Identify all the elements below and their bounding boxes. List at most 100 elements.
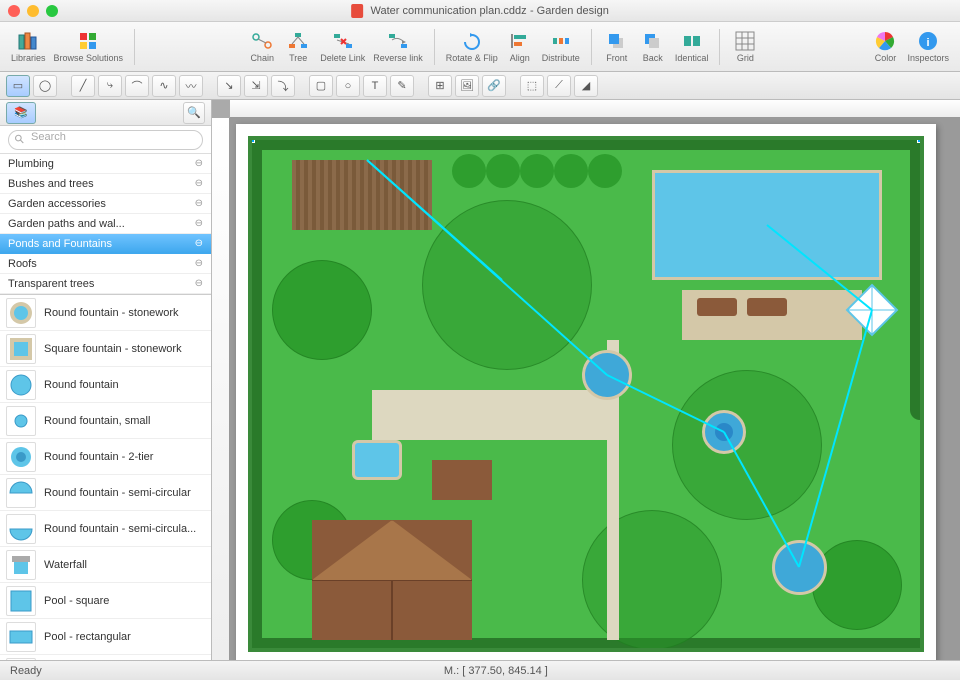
library-item-label: Round fountain xyxy=(44,379,205,391)
category-item[interactable]: Garden accessories⊖ xyxy=(0,194,211,214)
category-item[interactable]: Bushes and trees⊖ xyxy=(0,174,211,194)
drawing-page[interactable] xyxy=(236,124,936,660)
direct-connector-tool[interactable]: ⇲ xyxy=(244,75,268,97)
library-item[interactable]: Round fountain - 2-tier xyxy=(0,439,211,475)
library-item[interactable]: Round fountain - stonework xyxy=(0,295,211,331)
transparent-tree[interactable] xyxy=(672,370,822,520)
align-button[interactable]: Align xyxy=(503,25,537,69)
library-item[interactable]: Pool - square xyxy=(0,583,211,619)
bush[interactable] xyxy=(554,154,588,188)
identical-button[interactable]: Identical xyxy=(672,25,712,69)
horizontal-ruler[interactable] xyxy=(230,100,960,118)
round-connector-tool[interactable]: ⤵ xyxy=(271,75,295,97)
hedge-right[interactable] xyxy=(910,140,920,420)
inspectors-button[interactable]: iInspectors xyxy=(904,25,952,69)
garden-plot[interactable] xyxy=(248,136,924,652)
transparent-tree[interactable] xyxy=(422,200,592,370)
hyperlink-tool[interactable]: 🔗 xyxy=(482,75,506,97)
library-item[interactable]: Waterfall xyxy=(0,547,211,583)
library-thumb-icon xyxy=(6,550,36,580)
close-icon[interactable] xyxy=(8,5,20,17)
transparent-tree[interactable] xyxy=(582,510,722,650)
small-pool[interactable] xyxy=(352,440,402,480)
library-item[interactable]: Round fountain - semi-circula... xyxy=(0,511,211,547)
library-view-button[interactable]: 📚 xyxy=(6,102,36,124)
category-item[interactable]: Garden paths and wal...⊖ xyxy=(0,214,211,234)
bezier-tool[interactable]: 〰 xyxy=(179,75,203,97)
bush[interactable] xyxy=(588,154,622,188)
hedge-top[interactable] xyxy=(252,140,920,150)
spline-tool[interactable]: ∿ xyxy=(152,75,176,97)
expand-icon: ⊖ xyxy=(195,218,203,229)
distribute-button[interactable]: Distribute xyxy=(539,25,583,69)
browse-solutions-button[interactable]: Browse Solutions xyxy=(51,25,127,69)
zoom-icon[interactable] xyxy=(46,5,58,17)
library-item[interactable]: Round fountain xyxy=(0,367,211,403)
front-button[interactable]: Front xyxy=(600,25,634,69)
chain-icon xyxy=(251,30,273,52)
swimming-pool[interactable] xyxy=(652,170,882,280)
library-item[interactable]: Round fountain, small xyxy=(0,403,211,439)
category-list: Plumbing⊖Bushes and trees⊖Garden accesso… xyxy=(0,154,211,295)
lounger[interactable] xyxy=(747,298,787,316)
back-button[interactable]: Back xyxy=(636,25,670,69)
reverse-link-button[interactable]: Reverse link xyxy=(370,25,426,69)
house[interactable] xyxy=(312,520,472,640)
umbrella-icon[interactable] xyxy=(842,280,902,340)
vertical-ruler[interactable] xyxy=(212,118,230,660)
solid-tree[interactable] xyxy=(272,260,372,360)
eyedropper-tool[interactable]: ⟋ xyxy=(547,75,571,97)
category-item[interactable]: Roofs⊖ xyxy=(0,254,211,274)
category-item[interactable]: Transparent trees⊖ xyxy=(0,274,211,294)
selection-handle[interactable] xyxy=(249,137,255,143)
rotate-flip-button[interactable]: Rotate & Flip xyxy=(443,25,501,69)
minimize-icon[interactable] xyxy=(27,5,39,17)
canvas-viewport[interactable] xyxy=(230,118,960,660)
callout-tool[interactable]: ✎ xyxy=(390,75,414,97)
deck[interactable] xyxy=(292,160,432,230)
library-item[interactable]: Square fountain - stonework xyxy=(0,331,211,367)
category-item[interactable]: Plumbing⊖ xyxy=(0,154,211,174)
lounger[interactable] xyxy=(697,298,737,316)
grid-button[interactable]: Grid xyxy=(728,25,762,69)
selection-tool[interactable]: ▭ xyxy=(6,75,30,97)
rect-tool[interactable]: ▢ xyxy=(309,75,333,97)
text-tool[interactable]: T xyxy=(363,75,387,97)
hedge-left[interactable] xyxy=(252,140,262,648)
ellipse-tool[interactable]: ○ xyxy=(336,75,360,97)
arc-tool[interactable]: ⌒ xyxy=(125,75,149,97)
tree-button[interactable]: Tree xyxy=(281,25,315,69)
category-item[interactable]: Ponds and Fountains⊖ xyxy=(0,234,211,254)
bush[interactable] xyxy=(486,154,520,188)
search-toggle-button[interactable]: 🔍 xyxy=(183,102,205,124)
fill-tool[interactable]: ◢ xyxy=(574,75,598,97)
chain-button[interactable]: Chain xyxy=(245,25,279,69)
library-thumb-icon xyxy=(6,478,36,508)
bush[interactable] xyxy=(520,154,554,188)
expand-icon: ⊖ xyxy=(195,238,203,249)
image-tool[interactable]: 🖼 xyxy=(455,75,479,97)
bush[interactable] xyxy=(452,154,486,188)
library-item[interactable]: Round fountain - semi-circular xyxy=(0,475,211,511)
smart-connector-tool[interactable]: ↘ xyxy=(217,75,241,97)
patio[interactable] xyxy=(372,390,612,440)
lasso-tool[interactable]: ◯ xyxy=(33,75,57,97)
align-icon xyxy=(509,30,531,52)
search-input[interactable]: Search xyxy=(8,130,203,150)
connector-tool[interactable]: ⤷ xyxy=(98,75,122,97)
library-item-label: Round fountain, small xyxy=(44,415,205,427)
category-label: Plumbing xyxy=(8,158,54,170)
round-fountain[interactable] xyxy=(702,410,746,454)
solid-tree[interactable] xyxy=(812,540,902,630)
round-fountain[interactable] xyxy=(772,540,827,595)
round-fountain[interactable] xyxy=(582,350,632,400)
library-item[interactable]: Pool - rectangular xyxy=(0,619,211,655)
garden-table[interactable] xyxy=(432,460,492,500)
color-button[interactable]: Color xyxy=(868,25,902,69)
delete-link-button[interactable]: Delete Link xyxy=(317,25,368,69)
crop-tool[interactable]: ⬚ xyxy=(520,75,544,97)
table-tool[interactable]: ⊞ xyxy=(428,75,452,97)
line-tool[interactable]: ╱ xyxy=(71,75,95,97)
libraries-button[interactable]: Libraries xyxy=(8,25,49,69)
selection-handle[interactable] xyxy=(917,137,923,143)
